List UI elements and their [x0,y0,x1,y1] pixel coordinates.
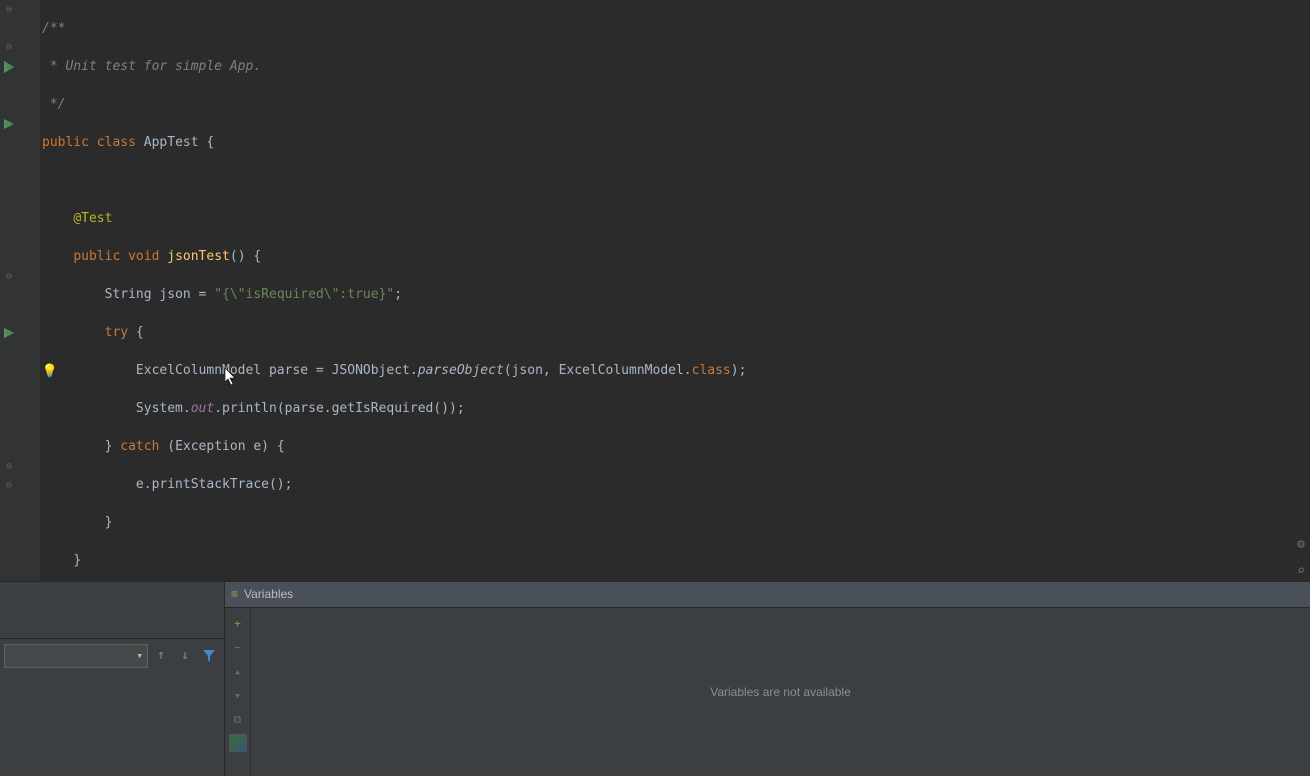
debug-panel: ▾ ↑ ↓ ≡ Variables + − ▴ ▾ ⧉ Variables ar… [0,581,1310,776]
static-field: out [191,401,214,416]
add-watch-button[interactable]: + [229,614,247,632]
comment: /** [42,21,65,36]
fold-icon[interactable]: ⊖ [2,459,16,473]
settings-icon[interactable]: ⚙ [1297,535,1305,554]
code-text: .println(parse.getIsRequired()); [214,401,464,416]
fold-icon[interactable]: ⊖ [2,2,16,16]
next-frame-button[interactable]: ↓ [174,645,196,667]
prev-frame-button[interactable]: ↑ [150,645,172,667]
brace: } [105,439,121,454]
editor-area[interactable]: ⊖ ⊖ ⊖ ⊖ ⊖ ⊖ 💡 ⊖ ⊖ /** * Unit test for si… [0,0,1310,581]
brace: { [199,135,215,150]
fold-icon[interactable]: ⊖ [2,326,16,340]
brace: { [128,325,144,340]
fold-icon[interactable]: ⊖ [2,40,16,54]
keyword: void [128,249,159,264]
variables-empty-message: Variables are not available [251,608,1310,776]
intention-bulb-icon[interactable]: 💡 [42,362,58,381]
keyword: public [73,249,120,264]
code-text: ; [394,287,402,302]
method-name: jsonTest [167,249,230,264]
gutter: ⊖ ⊖ ⊖ ⊖ ⊖ ⊖ 💡 ⊖ ⊖ [0,0,40,581]
search-icon[interactable]: ⌕ [1297,562,1305,581]
code-text: (Exception e) { [159,439,284,454]
annotation: @Test [73,211,112,226]
comment: * Unit test for simple App. [42,59,261,74]
fold-icon[interactable]: ⊖ [2,478,16,492]
code-text: ExcelColumnModel parse = JSONObject. [136,363,418,378]
keyword: class [97,135,136,150]
variables-panel: ≡ Variables + − ▴ ▾ ⧉ Variables are not … [225,582,1310,776]
keyword: class [692,363,731,378]
fold-icon[interactable]: ⊖ [2,117,16,131]
move-up-button[interactable]: ▴ [229,662,247,680]
thread-dropdown[interactable]: ▾ [4,644,148,668]
brace: } [105,515,113,530]
comment: */ [42,97,65,112]
frames-panel: ▾ ↑ ↓ [0,582,225,776]
brace: } [73,553,81,568]
static-method: parseObject [418,363,504,378]
filter-frames-button[interactable] [198,645,220,667]
keyword: public [42,135,89,150]
fold-icon[interactable]: ⊖ [2,269,16,283]
keyword: try [105,325,128,340]
move-down-button[interactable]: ▾ [229,686,247,704]
code-editor[interactable]: /** * Unit test for simple App. */ publi… [40,0,1310,581]
fold-icon[interactable]: ⊖ [2,60,16,74]
code-text: () { [230,249,261,264]
class-name: AppTest [144,135,199,150]
duplicate-button[interactable]: ⧉ [229,710,247,728]
code-text: ); [731,363,747,378]
keyword: catch [120,439,159,454]
code-text: (json, ExcelColumnModel. [504,363,692,378]
variables-tab-header[interactable]: ≡ Variables [225,582,1310,608]
remove-watch-button[interactable]: − [229,638,247,656]
frames-toolbar: ▾ ↑ ↓ [0,638,224,672]
code-text: e.printStackTrace(); [136,477,293,492]
code-text: String json = [105,287,215,302]
variables-tab-label: Variables [244,585,293,604]
variables-side-toolbar: + − ▴ ▾ ⧉ [225,608,251,776]
variables-icon: ≡ [231,585,238,604]
show-watches-button[interactable] [229,734,247,752]
code-text: System. [136,401,191,416]
chevron-down-icon: ▾ [136,646,143,665]
string-literal: "{\"isRequired\":true}" [214,287,394,302]
